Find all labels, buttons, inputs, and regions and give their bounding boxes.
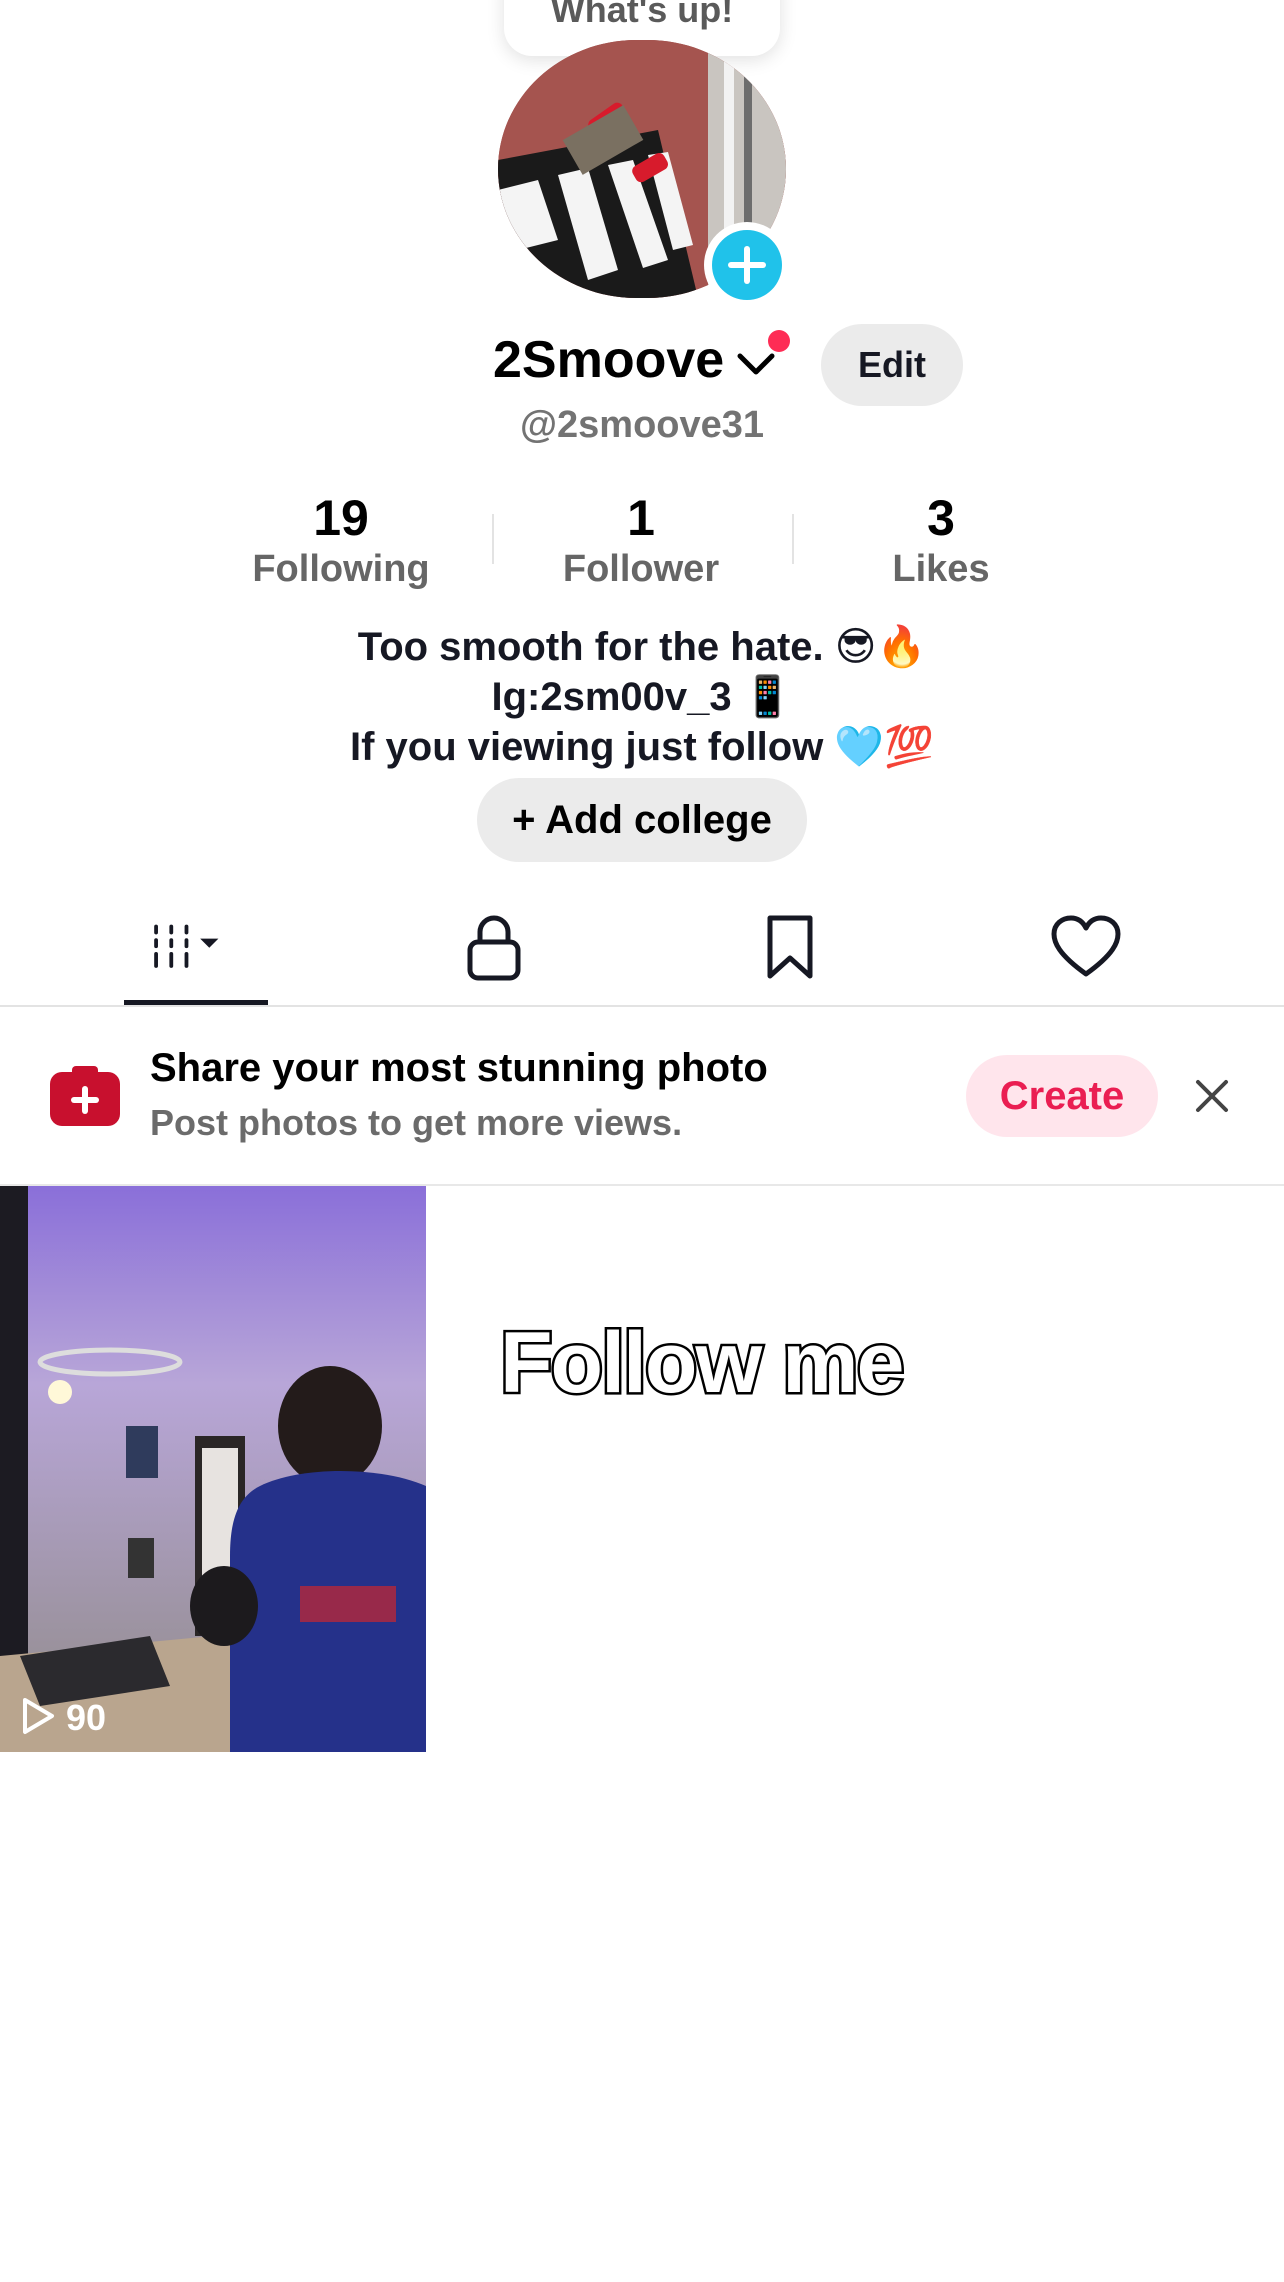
add-college-button[interactable]: + Add college xyxy=(477,778,807,862)
tabs-divider xyxy=(0,1005,1284,1007)
stat-following[interactable]: 19 Following xyxy=(211,490,471,592)
plus-icon xyxy=(728,246,766,284)
stat-value: 1 xyxy=(627,490,655,546)
view-count: 90 xyxy=(20,1696,106,1739)
stat-value: 19 xyxy=(313,490,369,546)
edit-profile-button[interactable]: Edit xyxy=(821,324,963,406)
bio-line-1: Too smooth for the hate. 😎🔥 xyxy=(357,625,927,669)
play-icon xyxy=(23,1698,54,1734)
display-name[interactable]: 2Smoove xyxy=(493,330,724,390)
overlay-text: Follow me xyxy=(497,1313,906,1414)
stat-label: Following xyxy=(252,548,430,590)
stat-likes[interactable]: 3 Likes xyxy=(811,490,1071,592)
notification-dot xyxy=(768,330,790,352)
promo-title: Share your most stunning photo xyxy=(150,1046,768,1090)
stat-followers[interactable]: 1 Follower xyxy=(511,490,771,592)
username: @2smoove31 xyxy=(519,404,765,446)
stat-divider xyxy=(792,514,794,564)
photo-plus-icon xyxy=(50,1066,120,1126)
stat-label: Likes xyxy=(892,548,990,590)
heart-icon[interactable] xyxy=(1048,912,1124,982)
bio-line-3: If you viewing just follow 🩵💯 xyxy=(349,725,935,769)
bookmark-icon[interactable] xyxy=(752,912,828,982)
video-thumbnail-image xyxy=(0,1186,426,1752)
stat-value: 3 xyxy=(927,490,955,546)
create-button[interactable]: Create xyxy=(966,1055,1158,1137)
promo-subtitle: Post photos to get more views. xyxy=(150,1102,683,1143)
chevron-down-icon[interactable] xyxy=(736,350,776,380)
close-icon[interactable] xyxy=(1192,1076,1232,1116)
lock-icon[interactable] xyxy=(456,912,532,982)
stat-divider xyxy=(492,514,494,564)
stat-label: Follower xyxy=(562,548,720,590)
add-avatar-button[interactable] xyxy=(712,230,782,300)
view-count-value: 90 xyxy=(66,1697,107,1738)
video-thumbnail[interactable] xyxy=(0,1186,426,1752)
bio-line-2: Ig:2sm00v_3 📱 xyxy=(491,675,793,719)
videos-grid-icon[interactable] xyxy=(150,912,226,982)
